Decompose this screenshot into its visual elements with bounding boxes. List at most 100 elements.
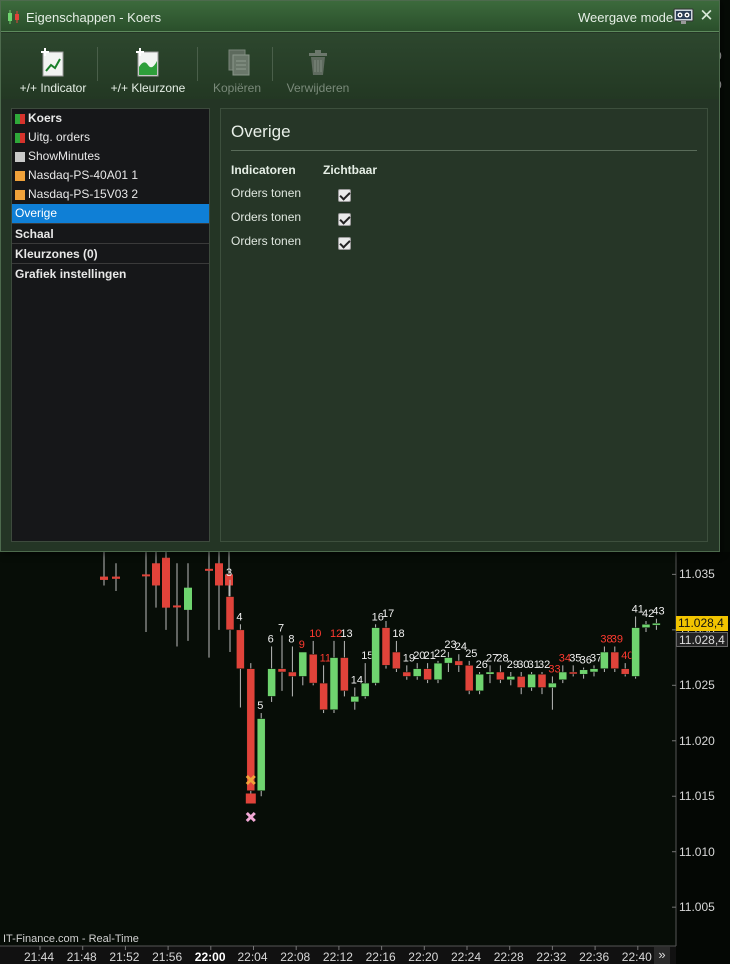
visible-checkbox[interactable] bbox=[338, 237, 351, 250]
candle-body bbox=[475, 673, 484, 692]
x-tick-label: 21:56 bbox=[152, 950, 183, 964]
visible-checkbox[interactable] bbox=[338, 213, 351, 226]
candle-label: 11 bbox=[320, 652, 331, 664]
scroll-more-button[interactable]: » bbox=[654, 947, 670, 964]
candle-body bbox=[100, 576, 108, 580]
candle-label: 43 bbox=[652, 606, 664, 618]
sidebar-item-label: Koers bbox=[28, 111, 63, 125]
sidebar-item-label: Nasdaq-PS-40A01 1 bbox=[28, 168, 139, 182]
plot-area bbox=[0, 552, 676, 946]
delete-label: Verwijderen bbox=[286, 81, 350, 95]
candle-body bbox=[568, 671, 578, 675]
visible-checkbox[interactable] bbox=[338, 189, 351, 202]
color-swatch-icon bbox=[15, 114, 25, 124]
dialog-titlebar[interactable]: Eigenschappen - Koers Weergave mode ✕ bbox=[1, 1, 719, 32]
toolbar-separator bbox=[272, 47, 273, 81]
candle-body bbox=[184, 587, 192, 610]
sidebar-item-label: Overige bbox=[15, 206, 58, 220]
color-swatch-icon bbox=[15, 133, 25, 143]
copy-button[interactable]: Kopiëren bbox=[207, 47, 267, 97]
row-label: Orders tonen bbox=[231, 234, 302, 248]
candle-body bbox=[308, 653, 318, 684]
last-price-tag: 11.028,4 bbox=[676, 616, 728, 631]
candle-body bbox=[329, 657, 339, 710]
x-tick-label: 22:04 bbox=[237, 950, 268, 964]
candle-label: 39 bbox=[611, 633, 623, 645]
candle-label: 8 bbox=[288, 633, 294, 645]
y-tick-label: 11.035 bbox=[679, 567, 715, 582]
candle-body bbox=[112, 576, 120, 579]
sidebar-item[interactable]: ShowMinutes bbox=[12, 147, 209, 166]
candle-label: 4 bbox=[236, 611, 242, 623]
candle-body bbox=[433, 662, 443, 681]
candle-body bbox=[641, 624, 651, 628]
last-price-tag-secondary: 11.028,4 bbox=[676, 632, 728, 647]
copy-icon bbox=[228, 49, 250, 76]
properties-tree: Koers Uitg. orders ShowMinutes Nasdaq-PS-40… bbox=[11, 108, 210, 542]
row-label: Orders tonen bbox=[231, 186, 302, 200]
candle-body bbox=[516, 676, 526, 688]
add-colorzone-button[interactable]: +/+ Kleurzone bbox=[109, 47, 187, 97]
candle-body bbox=[464, 665, 474, 692]
candle-body bbox=[610, 651, 620, 669]
candle-body bbox=[506, 676, 516, 681]
color-swatch-icon bbox=[15, 171, 25, 181]
candle-body bbox=[205, 568, 213, 571]
candle-body bbox=[454, 660, 464, 666]
candle-label: 6 bbox=[268, 633, 274, 645]
x-tick-label: 22:32 bbox=[536, 950, 567, 964]
candle-body bbox=[152, 563, 160, 586]
sidebar-item[interactable]: Schaal bbox=[12, 223, 209, 243]
sidebar-item[interactable]: Uitg. orders bbox=[12, 128, 209, 147]
sidebar-item-label: Kleurzones (0) bbox=[15, 247, 98, 261]
sidebar-item-label: ShowMinutes bbox=[28, 149, 101, 163]
candle-label: 17 bbox=[382, 608, 394, 620]
candle-body bbox=[558, 671, 568, 681]
delete-button[interactable]: Verwijderen bbox=[283, 47, 353, 97]
view-mode-label[interactable]: Weergave mode bbox=[578, 10, 673, 25]
properties-dialog: Eigenschappen - Koers Weergave mode ✕ +/… bbox=[0, 0, 720, 552]
candle-body bbox=[589, 668, 599, 673]
x-tick-label: 21:48 bbox=[66, 950, 97, 964]
candle-body bbox=[412, 668, 422, 677]
watermark: IT-Finance.com - Real-Time bbox=[3, 933, 139, 945]
x-tick-label: 22:24 bbox=[451, 950, 482, 964]
close-icon[interactable]: ✕ bbox=[698, 7, 715, 24]
sidebar-item[interactable]: Koers bbox=[12, 109, 209, 128]
candle-label: 5 bbox=[257, 700, 263, 712]
candle-body bbox=[631, 627, 640, 677]
sidebar-item[interactable]: Nasdaq-PS-15V03 2 bbox=[12, 185, 209, 204]
add-colorzone-label: +/+ Kleurzone bbox=[110, 81, 186, 95]
y-tick-label: 11.015 bbox=[679, 789, 715, 804]
row-label: Orders tonen bbox=[231, 210, 302, 224]
x-tick-label: 22:36 bbox=[579, 950, 610, 964]
y-tick-label: 11.010 bbox=[679, 844, 715, 859]
candle-body bbox=[485, 671, 495, 675]
candle-body bbox=[142, 574, 150, 577]
candle-label: 13 bbox=[340, 628, 352, 640]
dialog-title: Eigenschappen - Koers bbox=[26, 10, 162, 25]
sidebar-item[interactable]: Kleurzones (0) bbox=[12, 243, 209, 263]
candle-body bbox=[620, 668, 630, 675]
add-indicator-button[interactable]: +/+ Indicator bbox=[17, 47, 89, 97]
dialog-toolbar: +/+ Indicator +/+ Kleurzone Kopiëren Ver… bbox=[1, 33, 719, 99]
sidebar-item[interactable]: Nasdaq-PS-40A01 1 bbox=[12, 166, 209, 185]
add-indicator-icon bbox=[41, 48, 64, 77]
sidebar-item[interactable]: Overige bbox=[12, 204, 209, 223]
candle-body bbox=[360, 682, 370, 697]
candle-body bbox=[381, 627, 391, 666]
trash-icon bbox=[309, 50, 327, 75]
candlestick-icon bbox=[8, 10, 19, 24]
candle-body bbox=[402, 671, 412, 677]
sidebar-item[interactable]: Grafiek instellingen bbox=[12, 263, 209, 283]
candle-body bbox=[288, 671, 297, 677]
sidebar-item-label: Schaal bbox=[15, 227, 54, 241]
candle-body bbox=[392, 651, 401, 669]
candle-body bbox=[537, 673, 547, 688]
candle-label: 18 bbox=[392, 628, 404, 640]
monitor-eye-icon[interactable] bbox=[673, 8, 694, 25]
x-tick-label: 21:44 bbox=[24, 950, 55, 964]
add-indicator-label: +/+ Indicator bbox=[19, 81, 87, 95]
candle-body bbox=[173, 605, 181, 608]
panel-title: Overige bbox=[231, 122, 291, 141]
